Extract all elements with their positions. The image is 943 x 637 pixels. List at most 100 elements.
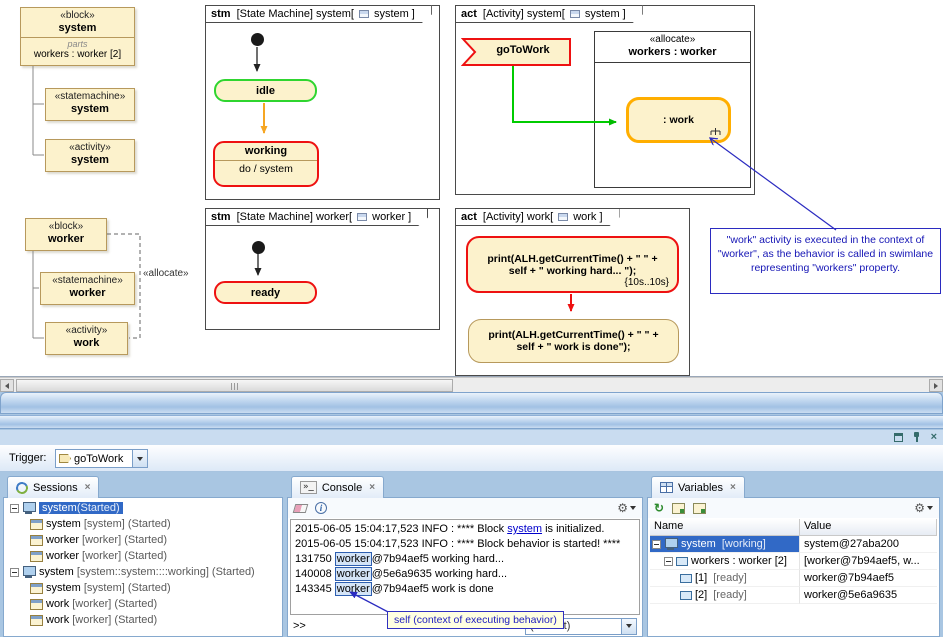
comment-note[interactable]: "work" activity is executed in the conte… xyxy=(710,228,941,294)
block-name: system xyxy=(21,22,134,35)
refresh-icon[interactable]: ↻ xyxy=(654,502,664,514)
session-item[interactable]: work [worker] (Started) xyxy=(6,596,280,612)
variable-name: system xyxy=(681,538,716,550)
initial-pseudostate[interactable] xyxy=(251,33,264,46)
highlighted-object[interactable]: worker xyxy=(335,567,372,581)
selected-session: system (Started) xyxy=(39,502,123,514)
gear-icon[interactable]: ⚙ xyxy=(914,502,925,514)
scrollbar-thumb[interactable] xyxy=(16,379,453,392)
frame-header-text: [Activity] system[ xyxy=(483,8,565,20)
frame-stm-system[interactable]: stm[State Machine] system[system] idle w… xyxy=(205,5,440,200)
state-ready[interactable]: ready xyxy=(214,281,317,304)
action-print-working[interactable]: print(ALH.getCurrentTime() + " " + self … xyxy=(466,236,679,293)
session-status: [system::system::::working] (Started) xyxy=(77,566,255,578)
gear-icon[interactable]: ⚙ xyxy=(617,502,628,514)
action-print-done[interactable]: print(ALH.getCurrentTime() + " " + self … xyxy=(468,319,679,363)
pin-icon[interactable] xyxy=(912,431,922,443)
swimlane-header: «allocate» workers : worker xyxy=(595,32,750,63)
stereotype: «allocate» xyxy=(595,34,750,46)
call-behavior-work[interactable]: : work xyxy=(626,97,731,143)
tab-label: Console xyxy=(322,482,362,494)
dropdown-button[interactable] xyxy=(132,450,147,467)
variables-table[interactable]: Name Value system[working] system@27aba2… xyxy=(650,519,937,634)
tab-sessions[interactable]: Sessions × xyxy=(7,476,99,498)
console-options[interactable]: ⚙ xyxy=(617,502,636,514)
console-log[interactable]: 2015-06-05 15:04:17,523 INFO : **** Bloc… xyxy=(290,519,640,615)
chevron-down-icon xyxy=(137,457,143,461)
table-row[interactable]: system[working] system@27aba200 xyxy=(650,536,937,553)
initial-pseudostate[interactable] xyxy=(252,241,265,254)
table-row[interactable]: [1][ready] worker@7b94aef5 xyxy=(650,570,937,587)
statemachine-system[interactable]: «statemachine» system xyxy=(45,88,135,121)
highlighted-object[interactable]: worker xyxy=(335,582,372,596)
session-item[interactable]: system [system] (Started) xyxy=(6,580,280,596)
table-row[interactable]: workers : worker [2] [worker@7b94aef5, w… xyxy=(650,553,937,570)
session-item[interactable]: worker [worker] (Started) xyxy=(6,532,280,548)
action-code-line: print(ALH.getCurrentTime() + " " + xyxy=(487,253,657,265)
close-icon[interactable]: × xyxy=(931,432,937,443)
session-monitor-icon xyxy=(22,566,36,578)
frame-close-bracket: ] xyxy=(623,8,626,20)
trigger-dropdown[interactable]: goToWork xyxy=(55,449,148,468)
collapse-toggle-icon[interactable] xyxy=(664,557,673,566)
info-icon[interactable] xyxy=(315,502,327,514)
tab-variables[interactable]: Variables × xyxy=(651,476,745,498)
table-row[interactable]: [2][ready] worker@5e6a9635 xyxy=(650,587,937,604)
block-worker[interactable]: «block» worker xyxy=(25,218,107,251)
variable-value: worker@7b94aef5 xyxy=(800,570,937,587)
signal-icon xyxy=(59,454,71,463)
column-value[interactable]: Value xyxy=(800,519,937,536)
log-line: 140008 worker@5e6a9635 working hard... xyxy=(295,567,635,582)
highlighted-object[interactable]: worker xyxy=(335,552,372,566)
statemachine-worker[interactable]: «statemachine» worker xyxy=(40,272,135,305)
tab-console[interactable]: »_ Console × xyxy=(291,476,384,498)
diagram-canvas[interactable]: «block» system parts workers : worker [2… xyxy=(0,0,943,377)
sessions-tree[interactable]: system (Started) system [system] (Starte… xyxy=(6,500,280,634)
trigger-value: goToWork xyxy=(74,453,123,465)
session-item[interactable]: worker [worker] (Started) xyxy=(6,548,280,564)
float-window-icon[interactable] xyxy=(894,433,903,442)
frame-act-work[interactable]: act[Activity] work[work] print(ALH.getCu… xyxy=(455,208,690,376)
console-object-link[interactable]: system xyxy=(507,523,542,535)
session-status: (Started) xyxy=(77,502,120,514)
activity-system[interactable]: «activity» system xyxy=(45,139,135,172)
collapse-toggle-icon[interactable] xyxy=(10,504,19,513)
chevron-down-icon xyxy=(630,506,636,510)
session-item[interactable]: system [system::system::::working] (Star… xyxy=(6,564,280,580)
behavior-icon xyxy=(30,551,43,562)
close-tab-icon[interactable]: × xyxy=(369,482,375,493)
session-item[interactable]: system [system] (Started) xyxy=(6,516,280,532)
state-idle[interactable]: idle xyxy=(214,79,317,102)
frame-stm-worker[interactable]: stm[State Machine] worker[worker] ready xyxy=(205,208,440,330)
scroll-left-arrow[interactable] xyxy=(0,379,14,392)
block-system[interactable]: «block» system parts workers : worker [2… xyxy=(20,7,135,66)
session-name: system xyxy=(46,518,81,530)
variable-state: [ready] xyxy=(713,589,747,601)
scroll-right-arrow[interactable] xyxy=(929,379,943,392)
close-tab-icon[interactable]: × xyxy=(730,482,736,493)
export-icon[interactable] xyxy=(672,503,685,514)
variables-options[interactable]: ⚙ xyxy=(914,502,933,514)
collapse-toggle-icon[interactable] xyxy=(652,540,661,549)
collapse-toggle-icon[interactable] xyxy=(10,568,19,577)
session-item[interactable]: work [worker] (Started) xyxy=(6,612,280,628)
frame-title[interactable]: stm[State Machine] system[system] xyxy=(205,5,432,23)
frame-title[interactable]: act[Activity] work[work] xyxy=(455,208,620,226)
session-item[interactable]: system (Started) xyxy=(6,500,280,516)
clear-console-icon[interactable] xyxy=(293,504,309,513)
parts-label: parts xyxy=(21,38,134,49)
canvas-horizontal-scrollbar[interactable] xyxy=(0,377,943,392)
state-working[interactable]: working do / system xyxy=(213,141,319,187)
activity-work[interactable]: «activity» work xyxy=(45,322,128,355)
name: system xyxy=(46,154,134,167)
frame-act-system[interactable]: act[Activity] system[system] goToWork «a… xyxy=(455,5,755,195)
import-icon[interactable] xyxy=(693,503,706,514)
frame-kind: act xyxy=(461,8,477,20)
frame-title[interactable]: act[Activity] system[system] xyxy=(455,5,643,23)
dropdown-button[interactable] xyxy=(621,619,636,634)
frame-close-bracket: ] xyxy=(599,211,602,223)
frame-title[interactable]: stm[State Machine] worker[worker] xyxy=(205,208,428,226)
variables-panel: Variables × ↻ ⚙ Name Value system[workin… xyxy=(647,476,940,637)
close-tab-icon[interactable]: × xyxy=(85,482,91,493)
column-name[interactable]: Name xyxy=(650,519,800,536)
